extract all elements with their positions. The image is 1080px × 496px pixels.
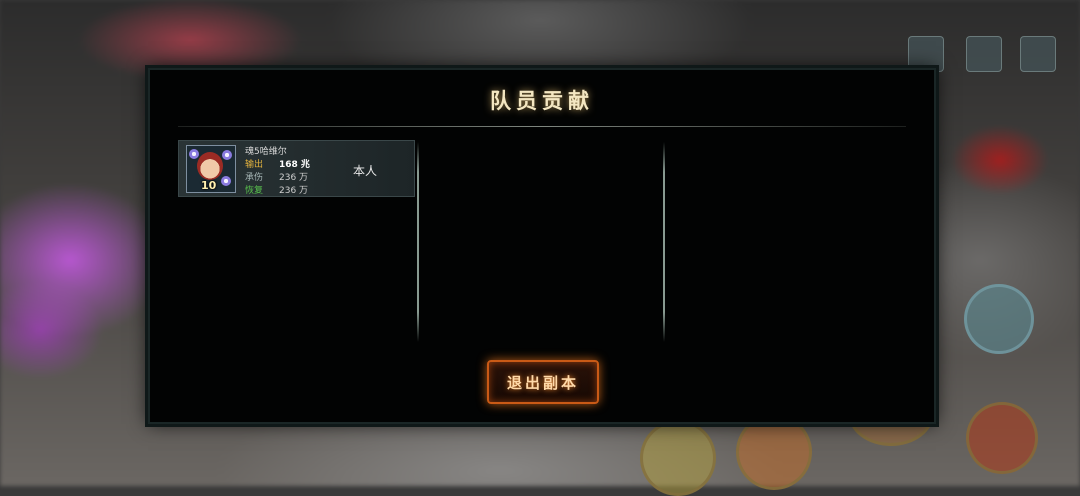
stat-damage-taken-label: 承伤 [245, 173, 264, 183]
stat-heal-value: 236 万 [279, 186, 309, 196]
skill-icon-attack [966, 402, 1038, 474]
avatar: 10 [186, 145, 236, 193]
stat-output-label: 输出 [245, 160, 264, 170]
team-contribution-dialog: 队员贡献 10 魂5哈维尔 输出 168 兆 承伤 236 万 恢复 236 万 本人… [148, 68, 936, 424]
dialog-title: 队员贡献 [490, 88, 594, 113]
avatar-portrait [197, 152, 223, 180]
exit-dungeon-label: 退出副本 [506, 374, 579, 392]
stat-heal: 恢复 236 万 [245, 183, 308, 196]
skill-icon-2 [736, 414, 812, 490]
avatar-level: 10 [201, 179, 217, 192]
column-divider-1 [417, 142, 419, 342]
stat-output: 输出 168 兆 [245, 157, 310, 170]
stat-damage-taken-value: 236 万 [279, 173, 309, 183]
column-divider-2 [663, 142, 665, 342]
self-tag: 本人 [353, 164, 378, 178]
hud-button-3 [1020, 36, 1056, 72]
flower-icon [221, 176, 231, 186]
stat-heal-label: 恢复 [245, 186, 264, 196]
skill-icon-1 [640, 420, 716, 496]
skill-icon-jump [964, 284, 1034, 354]
stat-damage-taken: 承伤 236 万 [245, 170, 308, 183]
title-divider [178, 126, 906, 127]
hud-button-2 [966, 36, 1002, 72]
flower-icon [189, 149, 199, 159]
hud-button-1 [908, 36, 944, 72]
flower-icon [222, 150, 232, 160]
member-card[interactable]: 10 魂5哈维尔 输出 168 兆 承伤 236 万 恢复 236 万 本人 [178, 140, 415, 197]
exit-dungeon-button[interactable]: 退出副本 [487, 360, 599, 404]
member-name: 魂5哈维尔 [245, 147, 287, 157]
stat-output-value: 168 兆 [279, 160, 310, 170]
